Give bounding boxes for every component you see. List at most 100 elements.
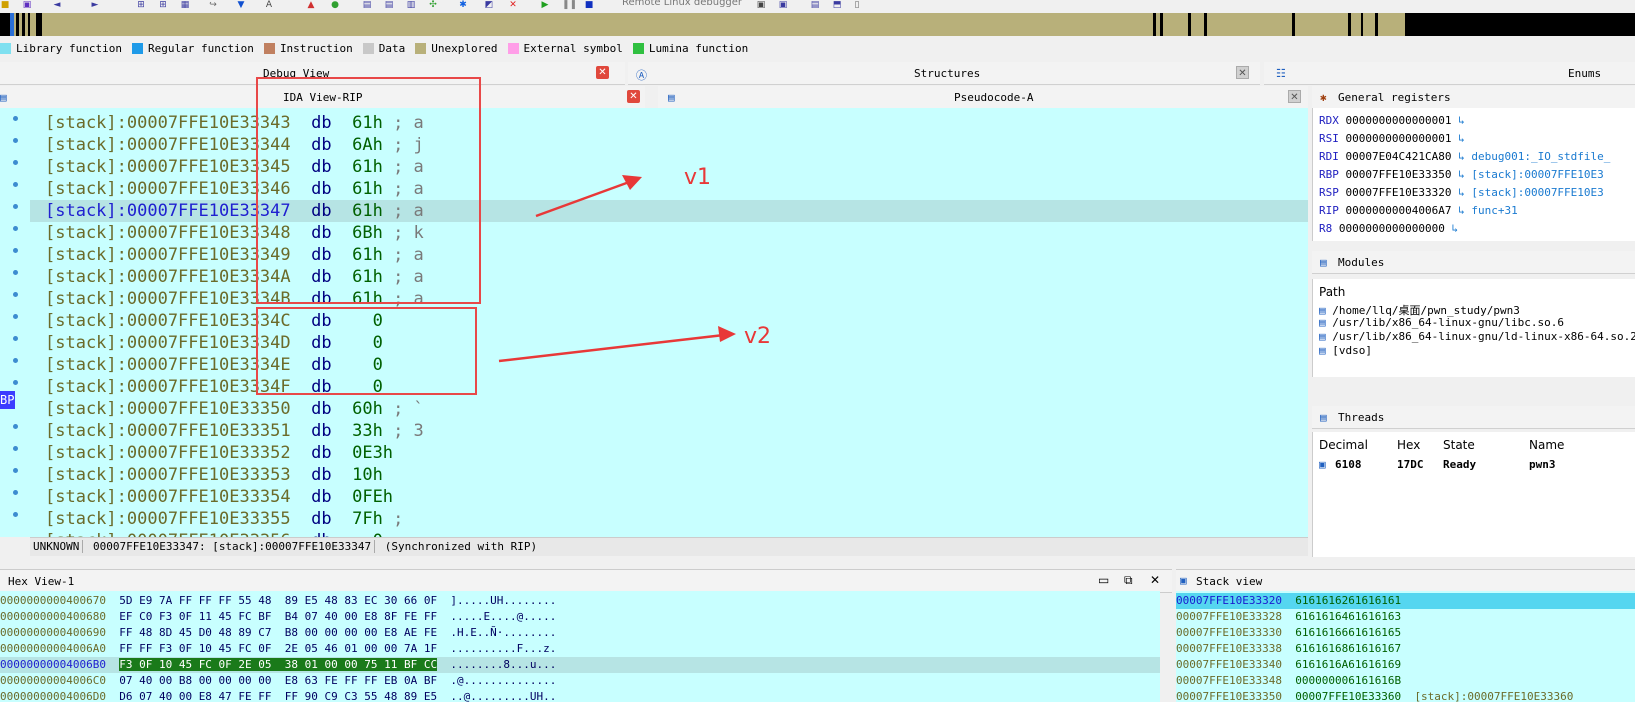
disassembly-view[interactable]: [stack]:00007FFE10E33343 db 61h ; a [stac… xyxy=(30,108,1308,537)
register-row[interactable]: RSI 0000000000000001 ↳ xyxy=(1319,130,1471,147)
disasm-gutter: BP xyxy=(0,108,30,537)
disasm-line[interactable]: [stack]:00007FFE10E33354 db 0FEh xyxy=(45,486,403,508)
close-icon[interactable]: ✕ xyxy=(627,90,640,103)
disasm-line[interactable]: [stack]:00007FFE10E33353 db 10h xyxy=(45,464,393,486)
threads-header[interactable]: ▤ Threads xyxy=(1312,406,1635,429)
status-sync: (Synchronized with RIP) xyxy=(384,540,538,553)
stack-row[interactable]: 00007FFE10E33330 6161616661616165 xyxy=(1176,625,1635,641)
maximize-icon[interactable]: ▭ xyxy=(1098,573,1109,587)
star-icon[interactable]: ✱ xyxy=(458,0,468,10)
arrow-icon: ↳ xyxy=(1458,168,1465,181)
branch-icon[interactable]: ✣ xyxy=(428,0,438,10)
registers-pane[interactable]: RDX 0000000000000001 ↳ RSI 0000000000000… xyxy=(1312,108,1635,241)
disasm-line[interactable]: [stack]:00007FFE10E33350 db 60h ; ` xyxy=(45,398,424,420)
legend-regular-function: Regular function xyxy=(131,42,254,55)
tab-enums[interactable]: ☷ Enums xyxy=(1264,62,1635,85)
navigation-band[interactable] xyxy=(0,13,1635,36)
debug-opt2-icon[interactable]: ▣ xyxy=(778,0,788,10)
play-icon[interactable]: ▶ xyxy=(540,0,550,10)
threads-pane[interactable]: Decimal Hex State Name ▣ 6108 17DC Ready… xyxy=(1312,432,1635,557)
debug-opt-icon[interactable]: ▣ xyxy=(756,0,766,10)
hex-view[interactable]: 0000000000400670 5D E9 7A FF FF FF 55 48… xyxy=(0,591,1160,702)
modules-pane[interactable]: Path ▤ /home/llq/桌面/pwn_study/pwn3 ▤ /usr… xyxy=(1312,279,1635,377)
disasm-line[interactable]: [stack]:00007FFE10E33352 db 0E3h xyxy=(45,442,403,464)
close-icon[interactable]: ✕ xyxy=(1288,90,1301,103)
register-row[interactable]: RIP 00000000004006A7 ↳ func+31 xyxy=(1319,202,1518,219)
stack-view-header[interactable]: ▣ Stack view xyxy=(1176,569,1635,593)
annotation-v2: v2 xyxy=(744,324,772,349)
disasm-line[interactable]: [stack]:00007FFE10E33351 db 33h ; 3 xyxy=(45,420,424,442)
warning-icon[interactable]: ▲ xyxy=(306,0,316,10)
restore-icon[interactable]: ⧉ xyxy=(1124,573,1133,588)
status-mode: UNKNOWN xyxy=(30,540,84,553)
stack-row[interactable]: 00007FFE10E33328 6161616461616163 xyxy=(1176,609,1635,625)
module-row[interactable]: ▤ /usr/lib/x86_64-linux-gnu/libc.so.6 xyxy=(1319,316,1564,329)
annotation-v1: v1 xyxy=(684,165,712,190)
thread-row[interactable]: ▣ 6108 17DC Ready pwn3 xyxy=(1313,456,1635,474)
stack-row[interactable]: 00007FFE10E33348 000000006161616B xyxy=(1176,673,1635,689)
module-row[interactable]: ▤ [vdso] xyxy=(1319,344,1372,357)
back-icon[interactable]: ◄ xyxy=(52,0,62,10)
hex-row[interactable]: 00000000004006A0 FF FF F3 0F 10 45 FC 0F… xyxy=(0,641,556,657)
save-icon[interactable]: ▣ xyxy=(22,0,32,10)
hex-row[interactable]: 00000000004006B0 F3 0F 10 45 FC 0F 2E 05… xyxy=(0,657,1160,673)
arrow-icon: ↳ xyxy=(1458,150,1465,163)
legend-unexplored: Unexplored xyxy=(415,42,498,55)
pause-icon[interactable]: ❚❚ xyxy=(562,0,577,10)
module-row[interactable]: ▤ /usr/lib/x86_64-linux-gnu/ld-linux-x86… xyxy=(1319,330,1635,343)
register-row[interactable]: R8 0000000000000000 ↳ xyxy=(1319,220,1465,237)
stack-row[interactable]: 00007FFE10E33338 6161616861616167 xyxy=(1176,641,1635,657)
data-icon[interactable]: ▤ xyxy=(362,0,372,10)
modules-path-header: Path xyxy=(1319,285,1346,299)
disasm-line[interactable]: [stack]:00007FFE10E33355 db 7Fh ; xyxy=(45,508,403,530)
tab-pseudocode[interactable]: ▤ Pseudocode-A ✕ xyxy=(658,86,1308,109)
tab-structures[interactable]: Ⓐ Structures ✕ xyxy=(628,62,1260,85)
hex-row[interactable]: 0000000000400690 FF 48 8D 45 D0 48 89 C7… xyxy=(0,625,556,641)
hex-row[interactable]: 00000000004006C0 07 40 00 B8 00 00 00 00… xyxy=(0,673,556,689)
grid-icon[interactable]: ⊞ xyxy=(136,0,146,10)
close-icon[interactable]: ✕ xyxy=(1236,66,1249,79)
string-icon[interactable]: ▥ xyxy=(406,0,416,10)
stack-row[interactable]: 00007FFE10E33340 6161616A61616169 xyxy=(1176,657,1635,673)
chart-icon[interactable]: ◩ xyxy=(484,0,494,10)
threads-icon: ▤ xyxy=(1320,411,1327,424)
stack-row[interactable]: 00007FFE10E33350 00007FFE10E33360 [stack… xyxy=(1176,689,1635,702)
bp-marker[interactable]: BP xyxy=(0,391,15,409)
open-icon[interactable]: ■ xyxy=(0,0,10,10)
general-registers-header[interactable]: ✱ General registers xyxy=(1312,86,1635,109)
legend-lumina-function: Lumina function xyxy=(632,42,748,55)
text-icon[interactable]: A xyxy=(264,0,274,10)
grid2-icon[interactable]: ⊞ xyxy=(158,0,168,10)
register-row[interactable]: RDI 00007E04C421CA80 ↳ debug001:_IO_stdf… xyxy=(1319,148,1610,165)
sp-icon[interactable]: ▤ xyxy=(810,0,820,10)
data2-icon[interactable]: ▤ xyxy=(384,0,394,10)
legend: Library function Regular function Instru… xyxy=(0,38,752,58)
stack-view[interactable]: 00007FFE10E33320 6161616261616161 00007F… xyxy=(1176,591,1635,702)
register-row[interactable]: RSP 00007FFE10E33320 ↳ [stack]:00007FFE1… xyxy=(1319,184,1604,201)
disasm-line[interactable]: [stack]:00007FFE10E33356 db 0 xyxy=(45,530,393,537)
pin-icon[interactable]: ⬒ xyxy=(832,0,842,10)
hex-row[interactable]: 0000000000400670 5D E9 7A FF FF FF 55 48… xyxy=(0,593,556,609)
cross-icon[interactable]: ✕ xyxy=(508,0,518,10)
binary-icon[interactable]: ▦ xyxy=(180,0,190,10)
annotation-box-v2 xyxy=(256,307,477,395)
pin2-icon[interactable]: ▯ xyxy=(852,0,862,10)
circle-icon[interactable]: ● xyxy=(330,0,340,10)
stack-row[interactable]: 00007FFE10E33320 6161616261616161 xyxy=(1176,593,1635,609)
hex-row[interactable]: 00000000004006D0 D6 07 40 00 E8 47 FE FF… xyxy=(0,689,556,702)
debugger-select[interactable]: Remote Linux debugger xyxy=(622,0,772,10)
close-icon[interactable]: ✕ xyxy=(1150,573,1160,587)
disasm-line[interactable]: [stack]:00007FFE10E33347 db 61h ; a xyxy=(30,200,1308,222)
register-row[interactable]: RDX 0000000000000001 ↳ xyxy=(1319,112,1471,129)
arrow-down-icon[interactable]: ▼ xyxy=(236,0,246,10)
hex-view-header[interactable]: Hex View-1 ▭ ⧉ ✕ xyxy=(0,569,1172,593)
modules-header[interactable]: ▤ Modules xyxy=(1312,251,1635,274)
register-row[interactable]: RBP 00007FFE10E33350 ↳ [stack]:00007FFE1… xyxy=(1319,166,1604,183)
forward-icon[interactable]: ► xyxy=(90,0,100,10)
close-icon[interactable]: ✕ xyxy=(596,66,609,79)
stop-icon[interactable]: ■ xyxy=(584,0,594,10)
arrow-icon: ↳ xyxy=(1451,222,1459,235)
redo-icon[interactable]: ↪ xyxy=(208,0,218,10)
hex-row[interactable]: 0000000000400680 EF C0 F3 0F 11 45 FC BF… xyxy=(0,609,556,625)
status-bar: UNKNOWN 00007FFE10E33347: [stack]:00007F… xyxy=(30,537,1308,556)
